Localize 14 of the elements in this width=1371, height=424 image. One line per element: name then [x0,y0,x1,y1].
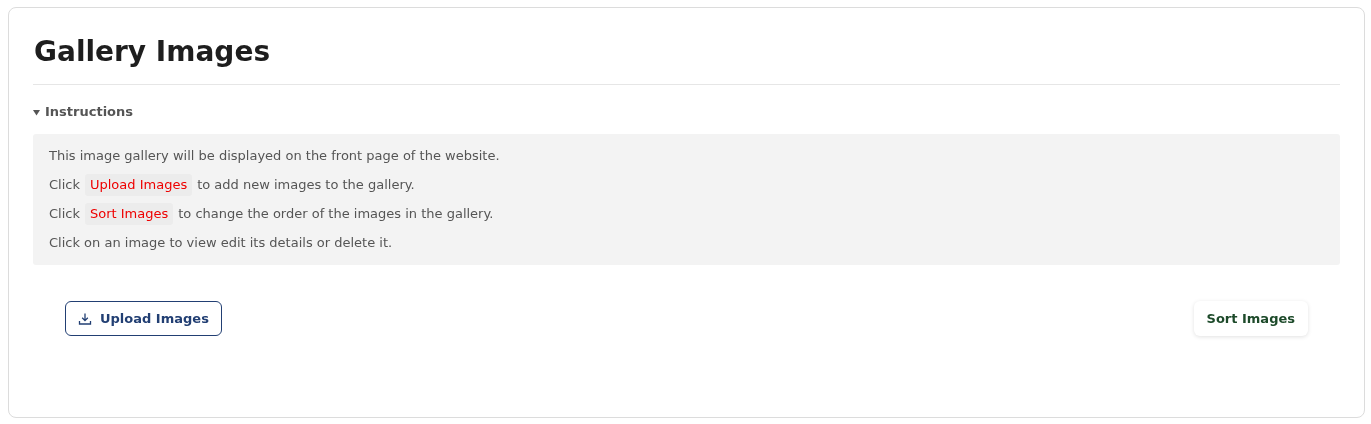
download-icon [78,311,92,326]
code-chip: Sort Images [85,203,174,225]
sort-images-button[interactable]: Sort Images [1193,301,1308,336]
instruction-text: to change the order of the images in the gallery. [178,205,494,223]
page-title: Gallery Images [34,34,272,70]
instructions-toggle[interactable]: Instructions [33,102,133,122]
instruction-text: Click [49,176,80,194]
instruction-text: to add new images to the gallery. [197,176,415,194]
caret-icon [33,108,40,116]
instruction-text: Click [49,205,80,223]
code-chip: Upload Images [85,174,193,196]
instruction-text: Click on an image to view edit its details or delete it. [49,234,393,252]
instruction-text: This image gallery will be displayed on the front page of the website. [49,147,500,165]
upload-images-button[interactable]: Upload Images [65,301,222,336]
